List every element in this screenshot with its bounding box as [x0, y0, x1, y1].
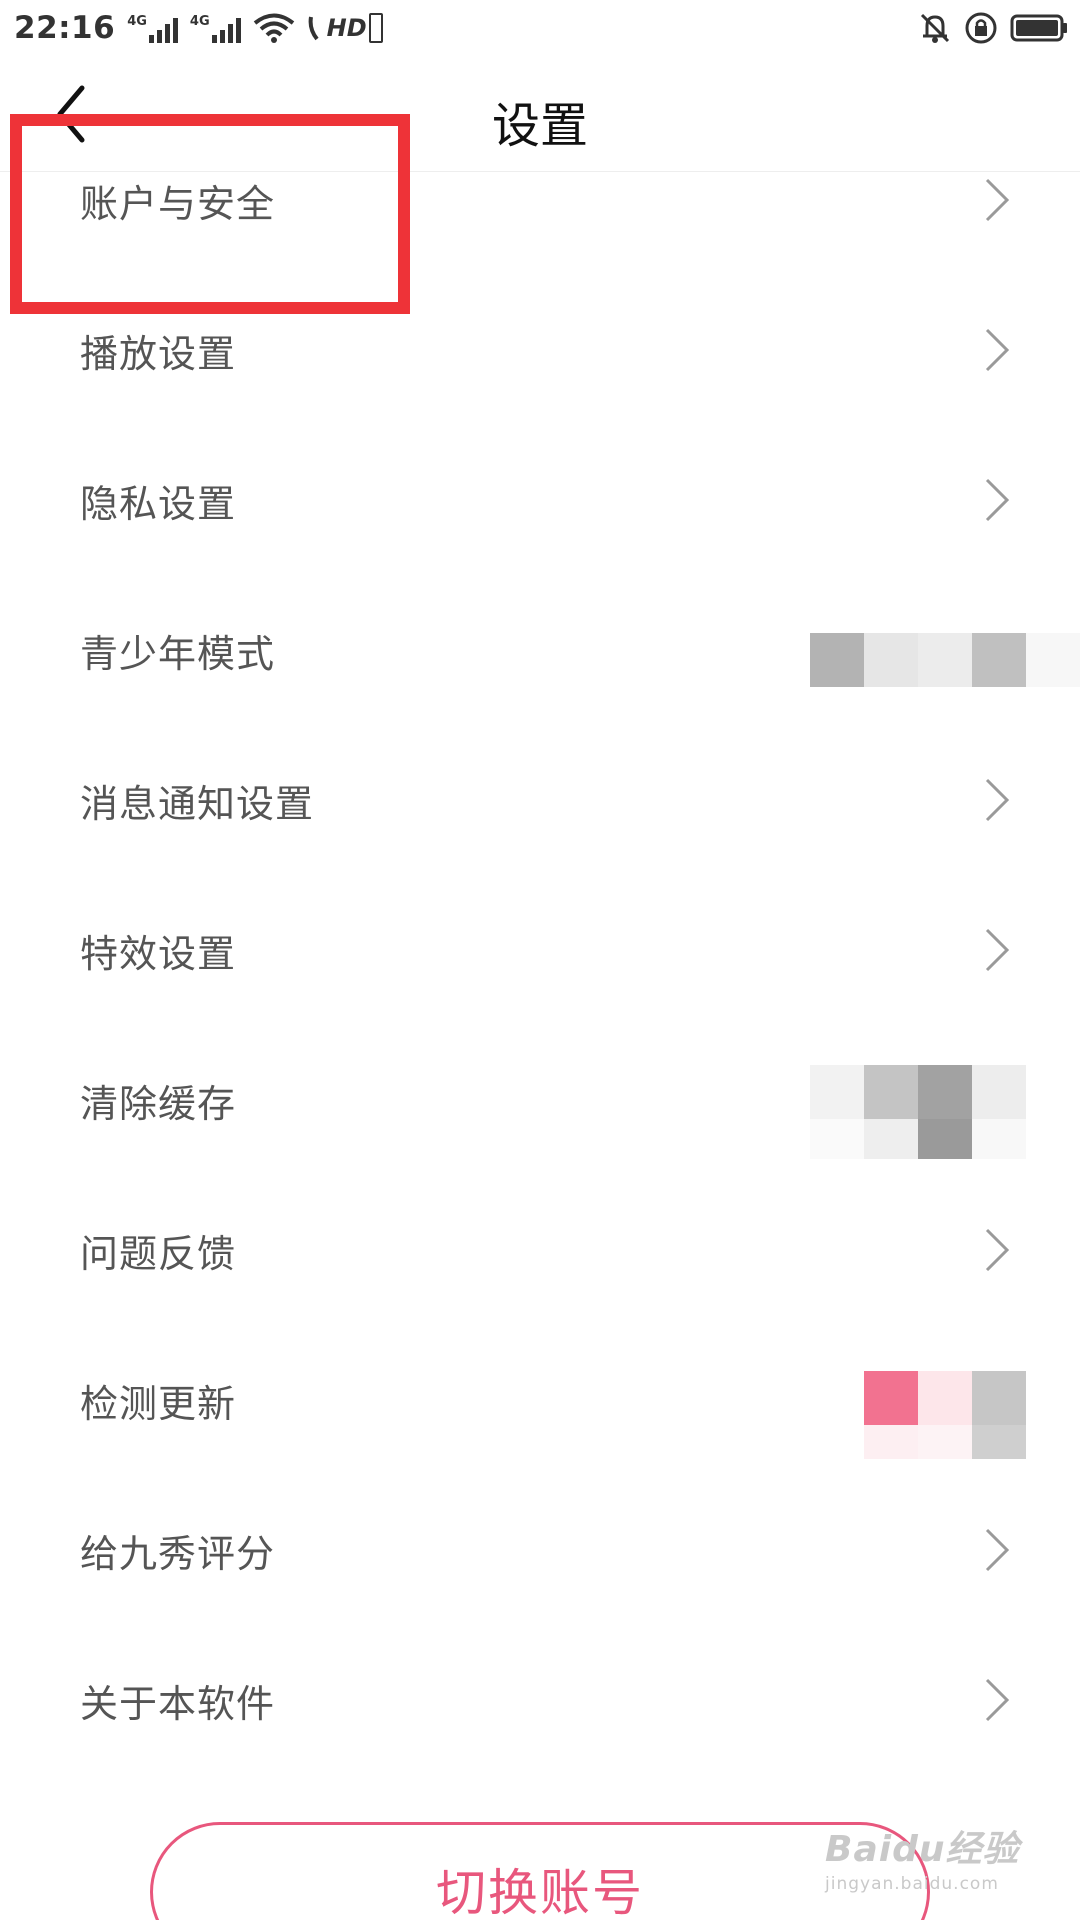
pixelated-cache-size — [810, 1065, 1026, 1159]
settings-item-label: 清除缓存 — [80, 1082, 237, 1126]
status-right — [918, 11, 1068, 45]
switch-account-label: 切换账号 — [436, 1864, 644, 1920]
settings-item-clear-cache[interactable]: 清除缓存 — [0, 1045, 1080, 1195]
settings-item-privacy[interactable]: 隐私设置 — [0, 445, 1080, 595]
pixelated-toggle[interactable] — [810, 633, 1080, 687]
battery-icon — [1010, 14, 1067, 42]
status-time: 22:16 — [14, 10, 116, 46]
settings-item-feedback[interactable]: 问题反馈 — [0, 1195, 1080, 1345]
settings-item-teen-mode[interactable]: 青少年模式 — [0, 595, 1080, 745]
settings-item-check-update[interactable]: 检测更新 — [0, 1345, 1080, 1495]
settings-item-label: 隐私设置 — [80, 482, 237, 526]
chevron-right-icon — [985, 328, 1010, 372]
settings-item-notifications[interactable]: 消息通知设置 — [0, 745, 1080, 895]
watermark-main: Baidu经验 — [825, 1829, 1020, 1870]
chevron-right-icon — [985, 928, 1010, 972]
hd-icon: HD — [307, 13, 383, 43]
status-left: 22:16 4G 4G HD — [14, 10, 383, 46]
baidu-watermark: Baidu经验 jingyan.baidu.com — [825, 1820, 1035, 1900]
settings-item-playback[interactable]: 播放设置 — [0, 295, 1080, 445]
chevron-right-icon — [985, 1678, 1010, 1722]
settings-screen: 22:16 4G 4G HD 设置 账户与安全 播放设置 隐私设置 青少年模式 … — [0, 0, 1080, 1920]
chevron-right-icon — [985, 178, 1010, 222]
pixelated-update-badge — [864, 1371, 1026, 1459]
chevron-right-icon — [985, 478, 1010, 522]
signal-icon: 4G — [190, 14, 241, 43]
chevron-right-icon — [985, 1228, 1010, 1272]
settings-item-rate-app[interactable]: 给九秀评分 — [0, 1495, 1080, 1645]
settings-item-label: 问题反馈 — [80, 1232, 237, 1276]
bell-off-icon — [920, 13, 950, 43]
settings-item-label: 青少年模式 — [80, 632, 276, 676]
settings-item-label: 检测更新 — [80, 1382, 237, 1426]
settings-item-about[interactable]: 关于本软件 — [0, 1645, 1080, 1795]
rotation-lock-icon — [965, 12, 997, 44]
settings-item-label: 给九秀评分 — [80, 1532, 276, 1576]
call-icon — [308, 16, 319, 41]
chevron-right-icon — [985, 1528, 1010, 1572]
signal-icon: 4G — [127, 14, 178, 43]
settings-item-label: 特效设置 — [80, 932, 237, 976]
highlight-annotation — [10, 114, 410, 314]
settings-item-label: 播放设置 — [80, 332, 237, 376]
settings-item-effects[interactable]: 特效设置 — [0, 895, 1080, 1045]
switch-account-button[interactable]: 切换账号 — [150, 1822, 930, 1920]
settings-item-label: 消息通知设置 — [80, 782, 315, 826]
settings-item-label: 关于本软件 — [80, 1682, 276, 1726]
watermark-sub: jingyan.baidu.com — [825, 1874, 999, 1894]
chevron-right-icon — [985, 778, 1010, 822]
status-bar: 22:16 4G 4G HD — [0, 0, 1080, 56]
wifi-icon — [253, 13, 294, 43]
settings-list: 账户与安全 播放设置 隐私设置 青少年模式 消息通知设置 特效设置 清除缓存 问… — [0, 145, 1080, 1795]
